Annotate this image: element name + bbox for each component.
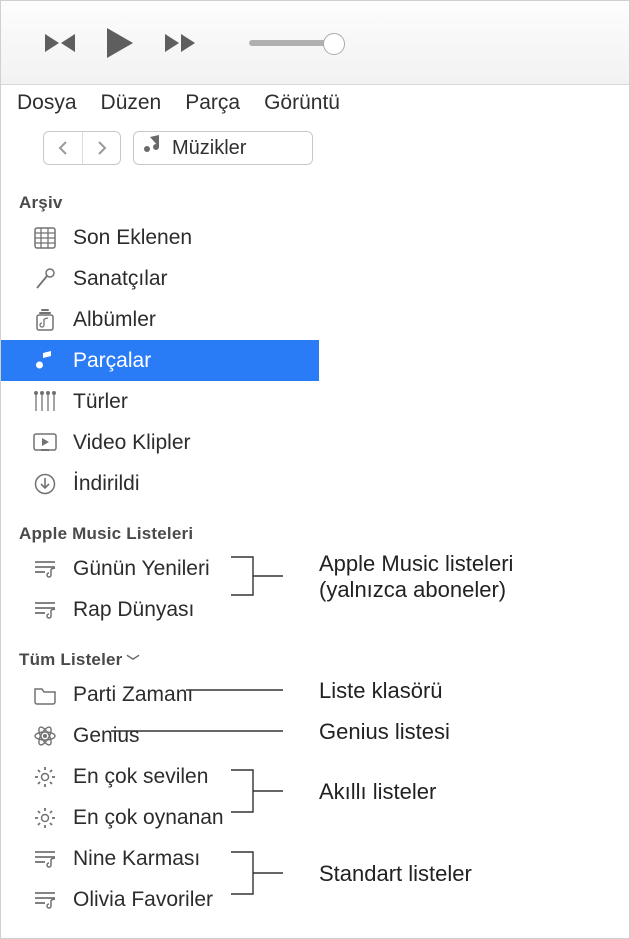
sidebar-item-label: Video Klipler — [73, 431, 191, 455]
sidebar-item-olivia-favs[interactable]: Olivia Favoriler — [1, 879, 319, 920]
sidebar-item-label: İndirildi — [73, 472, 140, 496]
sidebar-item-label: Genius — [73, 724, 140, 748]
sidebar-item-label: Sanatçılar — [73, 267, 168, 291]
sidebar-item-label: Rap Dünyası — [73, 598, 194, 622]
playlist-icon — [31, 559, 59, 579]
sidebar-item-label: Günün Yenileri — [73, 557, 210, 581]
section-label: Tüm Listeler — [19, 650, 122, 670]
menu-view[interactable]: Görüntü — [264, 91, 340, 115]
sidebar-item-most-played[interactable]: En çok oynanan — [1, 797, 319, 838]
prev-track-button[interactable] — [41, 31, 77, 55]
gear-icon — [31, 766, 59, 788]
gear-icon — [31, 807, 59, 829]
playlist-icon — [31, 890, 59, 910]
chevron-down-icon: ﹀ — [126, 651, 139, 670]
sidebar-item-genres[interactable]: Türler — [1, 381, 319, 422]
sidebar-item-label: Son Eklenen — [73, 226, 192, 250]
album-icon — [31, 308, 59, 332]
sidebar-item-downloaded[interactable]: İndirildi — [1, 463, 319, 504]
next-icon — [163, 31, 199, 55]
menu-edit[interactable]: Düzen — [101, 91, 162, 115]
folder-icon — [31, 685, 59, 705]
menu-file[interactable]: Dosya — [17, 91, 77, 115]
media-type-selector[interactable]: Müzikler — [133, 131, 313, 165]
microphone-icon — [31, 268, 59, 290]
grid-icon — [31, 227, 59, 249]
section-header-library: Arşiv — [1, 187, 319, 217]
annotation-folder: Liste klasörü — [319, 678, 443, 704]
volume-slider[interactable] — [249, 40, 335, 46]
sidebar-item-recently-added[interactable]: Son Eklenen — [1, 217, 319, 258]
history-nav — [43, 131, 121, 165]
sidebar-item-most-loved[interactable]: En çok sevilen — [1, 756, 319, 797]
sidebar-item-label: Albümler — [73, 308, 156, 332]
annotation-smart: Akıllı listeler — [319, 779, 436, 805]
menu-bar: Dosya Düzen Parça Görüntü — [1, 85, 629, 121]
annotation-apple-music: Apple Music listeleri (yalnızca aboneler… — [319, 551, 513, 603]
sidebar-item-label: Parçalar — [73, 349, 151, 373]
sidebar-item-nine-mix[interactable]: Nine Karması — [1, 838, 319, 879]
sidebar-item-party-time[interactable]: Parti Zamanı — [1, 674, 319, 715]
sidebar-item-songs[interactable]: Parçalar — [1, 340, 319, 381]
play-icon — [105, 26, 135, 60]
sidebar-item-label: En çok oynanan — [73, 806, 224, 830]
prev-icon — [41, 31, 77, 55]
sidebar-item-albums[interactable]: Albümler — [1, 299, 319, 340]
video-icon — [31, 433, 59, 453]
guitar-icon — [31, 391, 59, 413]
media-type-label: Müzikler — [172, 137, 246, 160]
navigation-toolbar: Müzikler — [1, 121, 629, 181]
sidebar-item-daily-new[interactable]: Günün Yenileri — [1, 548, 319, 589]
sidebar-item-genius[interactable]: Genius — [1, 715, 319, 756]
music-note-icon — [144, 135, 162, 161]
forward-button[interactable] — [82, 132, 120, 164]
annotation-standard: Standart listeler — [319, 861, 472, 887]
sidebar-item-rap-world[interactable]: Rap Dünyası — [1, 589, 319, 630]
sidebar-item-videos[interactable]: Video Klipler — [1, 422, 319, 463]
chevron-right-icon — [96, 140, 108, 156]
section-header-all-playlists[interactable]: Tüm Listeler ﹀ — [1, 644, 319, 674]
annotations: Apple Music listeleri (yalnızca aboneler… — [319, 181, 629, 938]
play-button[interactable] — [105, 26, 135, 60]
note-icon — [31, 350, 59, 372]
back-button[interactable] — [44, 132, 82, 164]
section-header-apple-music: Apple Music Listeleri — [1, 518, 319, 548]
playlist-icon — [31, 600, 59, 620]
atom-icon — [31, 724, 59, 748]
download-icon — [31, 473, 59, 495]
sidebar-item-label: En çok sevilen — [73, 765, 208, 789]
sidebar-item-label: Nine Karması — [73, 847, 200, 871]
sidebar: Arşiv Son Eklenen Sanatçılar Albümler — [1, 181, 319, 938]
player-controls — [1, 1, 629, 85]
sidebar-item-label: Türler — [73, 390, 128, 414]
sidebar-item-artists[interactable]: Sanatçılar — [1, 258, 319, 299]
annotation-genius: Genius listesi — [319, 719, 450, 745]
playlist-icon — [31, 849, 59, 869]
sidebar-item-label: Olivia Favoriler — [73, 888, 213, 912]
sidebar-item-label: Parti Zamanı — [73, 683, 193, 707]
next-track-button[interactable] — [163, 31, 199, 55]
chevron-left-icon — [57, 140, 69, 156]
menu-track[interactable]: Parça — [185, 91, 240, 115]
